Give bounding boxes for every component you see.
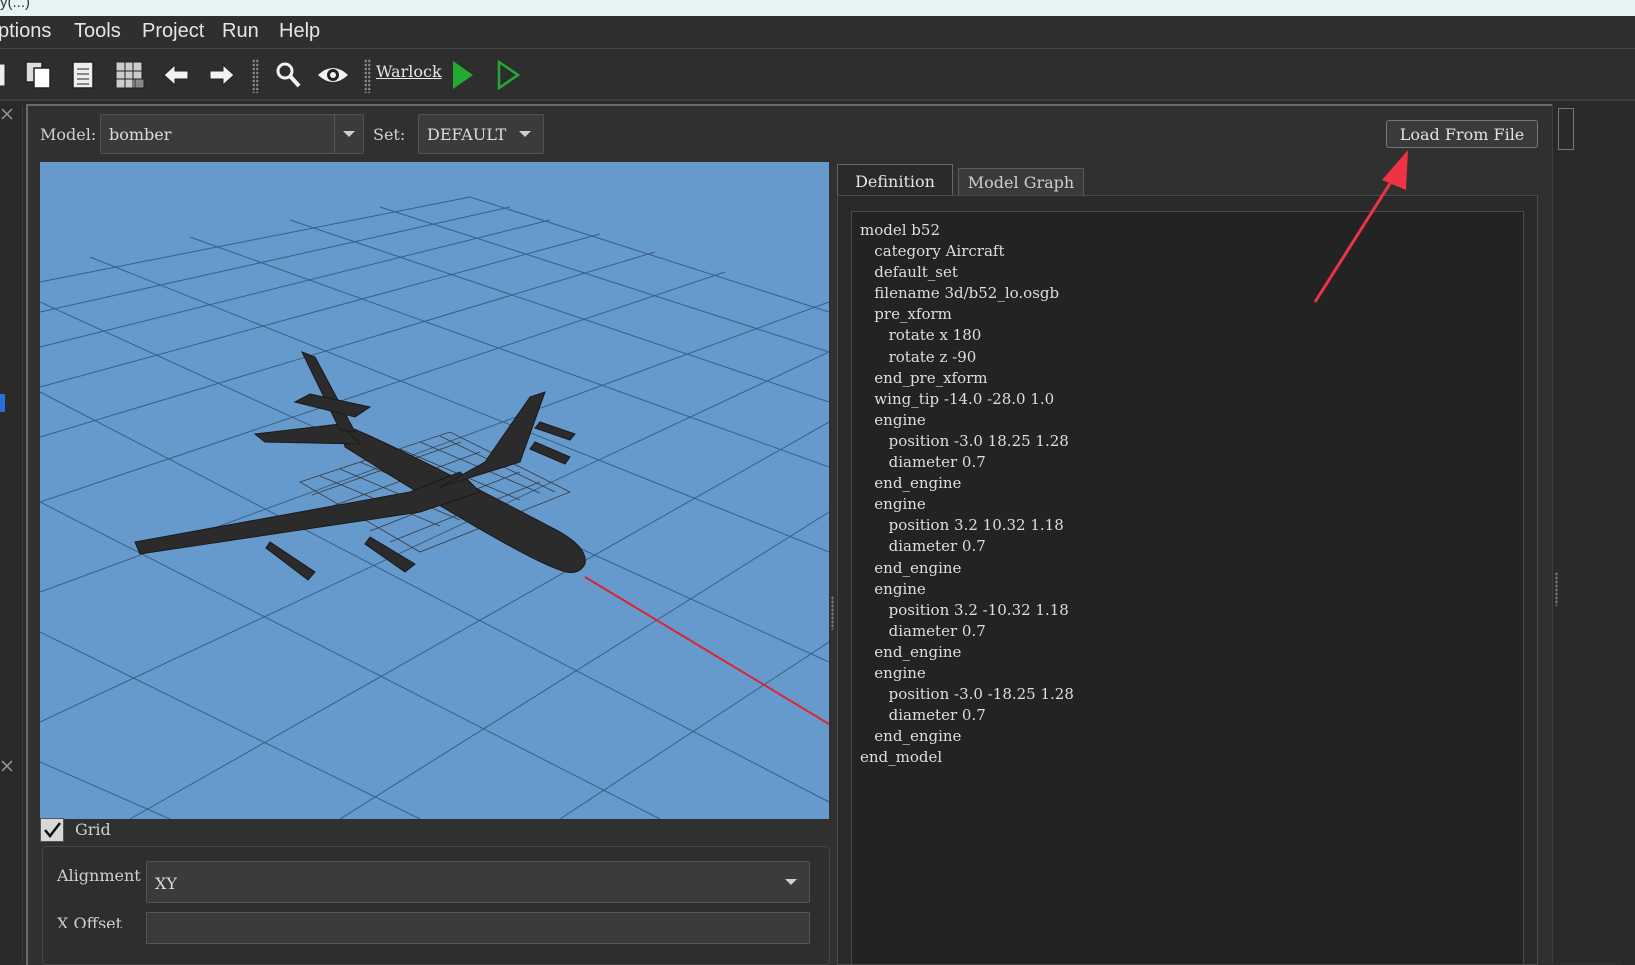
arrow-left-icon[interactable] [158, 59, 194, 91]
menu-tools[interactable]: Tools [74, 20, 121, 43]
alignment-combobox[interactable]: XY [146, 861, 810, 903]
toolbar: Warlock [0, 49, 1635, 101]
model-value: bomber [109, 125, 172, 144]
annotation-arrow [1313, 150, 1408, 303]
splitter-handle-right[interactable] [1555, 572, 1558, 606]
window-title-strip: y(...) [0, 0, 1635, 16]
definition-text: model b52 category Aircraft default_set … [860, 221, 1074, 767]
copy-icon[interactable] [20, 59, 56, 91]
set-label: Set: [373, 125, 406, 144]
close-icon-2[interactable] [0, 758, 14, 774]
chevron-down-icon[interactable] [334, 115, 363, 153]
alignment-label: Alignment [57, 866, 141, 885]
chevron-down-icon [785, 879, 797, 885]
chevron-down-icon [519, 131, 531, 137]
grid-document-icon[interactable] [112, 59, 148, 91]
right-dock-panel [1552, 104, 1635, 963]
splitter-handle[interactable] [831, 596, 834, 630]
selected-marker [0, 394, 5, 412]
grid-checkbox-label: Grid [75, 820, 111, 839]
dock-tab[interactable] [1558, 108, 1574, 150]
x-offset-label: X Offset [57, 914, 123, 928]
model-label: Model: [40, 125, 97, 144]
left-dock-panel [0, 106, 23, 963]
run-icon[interactable] [444, 59, 480, 91]
x-offset-spinbox[interactable] [146, 912, 810, 944]
grid-checkbox[interactable] [40, 818, 64, 842]
search-icon[interactable] [270, 59, 306, 91]
set-value: DEFAULT [427, 125, 507, 144]
menu-options[interactable]: ptions [0, 20, 51, 43]
window-title: y(...) [0, 0, 30, 11]
tab-definition[interactable]: Definition [837, 164, 953, 197]
menu-help[interactable]: Help [279, 20, 320, 43]
menubar: ptions Tools Project Run Help [0, 16, 1635, 49]
warlock-link[interactable]: Warlock [376, 62, 442, 81]
set-combobox[interactable]: DEFAULT [418, 114, 544, 154]
toolbar-grip-2[interactable] [364, 59, 371, 93]
alignment-value: XY [155, 874, 177, 893]
model-combobox[interactable]: bomber [100, 114, 364, 154]
run-outline-icon[interactable] [490, 59, 526, 91]
tab-model-graph[interactable]: Model Graph [958, 168, 1084, 195]
arrow-right-icon[interactable] [204, 59, 240, 91]
close-icon[interactable] [0, 106, 14, 122]
document-list-icon[interactable] [66, 59, 102, 91]
menu-project[interactable]: Project [142, 20, 204, 43]
menu-run[interactable]: Run [222, 20, 259, 43]
heading-axis-line [584, 576, 829, 725]
eye-icon[interactable] [315, 59, 351, 91]
3d-viewport[interactable] [40, 162, 829, 819]
toolbar-grip[interactable] [252, 59, 259, 93]
definition-editor[interactable]: model b52 category Aircraft default_set … [851, 211, 1524, 965]
ground-grid [40, 196, 829, 819]
new-file-icon[interactable] [0, 59, 14, 91]
